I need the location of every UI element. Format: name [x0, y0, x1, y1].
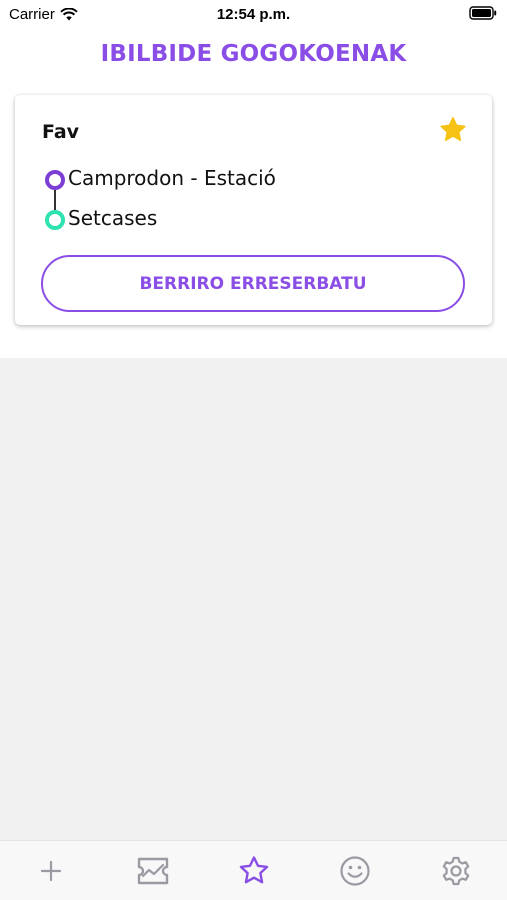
battery-icon	[469, 6, 497, 24]
tab-favorites[interactable]	[236, 853, 272, 889]
gear-icon	[442, 856, 470, 886]
rebook-button[interactable]: BERRIRO ERRESERBATU	[41, 255, 465, 312]
destination-stop-icon	[45, 210, 65, 230]
tab-add[interactable]	[33, 853, 69, 889]
smiley-icon	[340, 856, 370, 886]
tab-settings[interactable]	[438, 853, 474, 889]
tab-tickets[interactable]	[135, 853, 171, 889]
page-title: IBILBIDE GOGOKOENAK	[100, 41, 407, 67]
star-icon[interactable]	[438, 115, 468, 145]
origin-stop-icon	[45, 170, 65, 190]
status-bar: Carrier 12:54 p.m.	[0, 0, 507, 28]
favorite-route-card[interactable]: Fav Camprodon - Estació Setcases BERRIRO…	[15, 95, 492, 325]
plus-icon	[40, 860, 62, 882]
tab-bar	[0, 840, 507, 900]
star-outline-icon	[239, 856, 269, 884]
tab-profile[interactable]	[337, 853, 373, 889]
card-title: Fav	[42, 121, 80, 143]
page-header: IBILBIDE GOGOKOENAK	[0, 28, 507, 80]
destination-label: Setcases	[68, 206, 158, 230]
status-time: 12:54 p.m.	[216, 6, 291, 23]
ticket-icon	[137, 857, 169, 885]
origin-label: Camprodon - Estació	[68, 166, 276, 190]
